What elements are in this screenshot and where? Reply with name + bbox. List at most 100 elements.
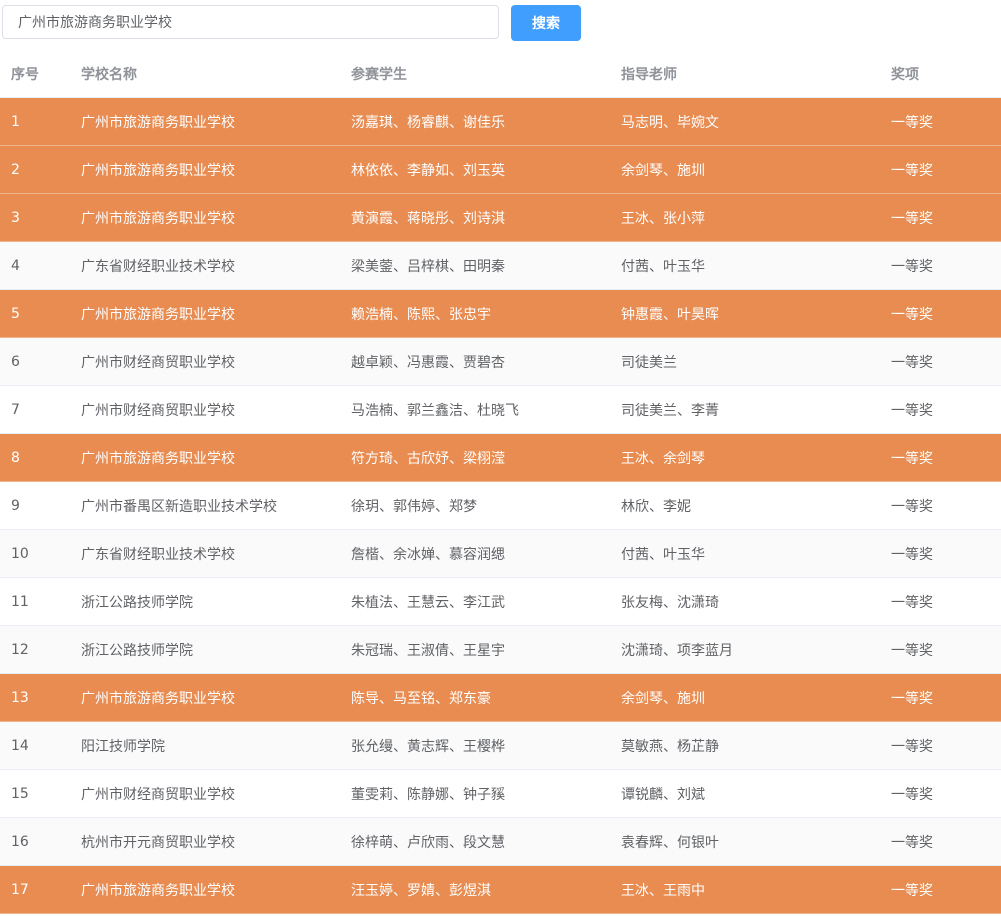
cell-teachers: 莫敏燕、杨芷静 xyxy=(621,738,719,755)
cell-students: 张允缦、黄志辉、王樱桦 xyxy=(351,738,505,755)
cell-school: 广州市财经商贸职业学校 xyxy=(81,402,235,419)
cell-award: 一等奖 xyxy=(891,786,933,803)
cell-index: 16 xyxy=(11,833,29,850)
table-row[interactable]: 14 阳江技师学院 张允缦、黄志辉、王樱桦 莫敏燕、杨芷静 一等奖 xyxy=(0,722,1001,770)
cell-index: 1 xyxy=(11,113,20,130)
cell-teachers: 袁春辉、何银叶 xyxy=(621,834,719,851)
cell-school: 阳江技师学院 xyxy=(81,738,165,755)
cell-teachers: 司徒美兰、李菁 xyxy=(621,402,719,419)
cell-students: 梁美蓥、吕梓棋、田明秦 xyxy=(351,258,505,275)
table-row[interactable]: 7 广州市财经商贸职业学校 马浩楠、郭兰鑫洁、杜晓飞 司徒美兰、李菁 一等奖 xyxy=(0,386,1001,434)
cell-students: 朱植法、王慧云、李江武 xyxy=(351,594,505,611)
cell-school: 广东省财经职业技术学校 xyxy=(81,258,235,275)
cell-school: 广州市旅游商务职业学校 xyxy=(81,450,235,467)
cell-school: 广州市旅游商务职业学校 xyxy=(81,690,235,707)
cell-award: 一等奖 xyxy=(891,498,933,515)
cell-award: 一等奖 xyxy=(891,402,933,419)
cell-school: 广州市旅游商务职业学校 xyxy=(81,306,235,323)
cell-teachers: 林欣、李妮 xyxy=(621,498,691,515)
cell-school: 广州市财经商贸职业学校 xyxy=(81,354,235,371)
cell-index: 10 xyxy=(11,545,29,562)
cell-teachers: 付茜、叶玉华 xyxy=(621,546,705,563)
table-row[interactable]: 6 广州市财经商贸职业学校 越卓颖、冯惠霞、贾碧杏 司徒美兰 一等奖 xyxy=(0,338,1001,386)
cell-students: 汤嘉琪、杨睿麒、谢佳乐 xyxy=(351,114,505,131)
cell-index: 4 xyxy=(11,257,20,274)
cell-school: 广东省财经职业技术学校 xyxy=(81,546,235,563)
table-header: 序号 学校名称 参赛学生 指导老师 奖项 xyxy=(0,50,1001,98)
cell-school: 浙江公路技师学院 xyxy=(81,594,193,611)
cell-award: 一等奖 xyxy=(891,306,933,323)
cell-students: 越卓颖、冯惠霞、贾碧杏 xyxy=(351,354,505,371)
cell-award: 一等奖 xyxy=(891,690,933,707)
table-row[interactable]: 2 广州市旅游商务职业学校 林依依、李静如、刘玉英 余剑琴、施圳 一等奖 xyxy=(0,146,1001,194)
cell-students: 赖浩楠、陈熙、张忠宇 xyxy=(351,306,491,323)
cell-award: 一等奖 xyxy=(891,546,933,563)
cell-index: 12 xyxy=(11,641,29,658)
cell-index: 11 xyxy=(11,593,29,610)
cell-teachers: 王冰、王雨中 xyxy=(621,882,705,899)
table-row[interactable]: 13 广州市旅游商务职业学校 陈导、马至铭、郑东豪 余剑琴、施圳 一等奖 xyxy=(0,674,1001,722)
cell-award: 一等奖 xyxy=(891,162,933,179)
cell-teachers: 钟惠霞、叶昊晖 xyxy=(621,306,719,323)
cell-school: 浙江公路技师学院 xyxy=(81,642,193,659)
cell-students: 陈导、马至铭、郑东豪 xyxy=(351,690,491,707)
results-table: 序号 学校名称 参赛学生 指导老师 奖项 1 广州市旅游商务职业学校 汤嘉琪、杨睿麒… xyxy=(0,50,1001,914)
cell-school: 广州市番禺区新造职业技术学校 xyxy=(81,498,277,515)
cell-teachers: 余剑琴、施圳 xyxy=(621,162,705,179)
cell-students: 董雯莉、陈静娜、钟子豯 xyxy=(351,786,505,803)
cell-index: 14 xyxy=(11,737,29,754)
cell-students: 黄演霞、蒋晓彤、刘诗淇 xyxy=(351,210,505,227)
table-row[interactable]: 17 广州市旅游商务职业学校 汪玉婷、罗婧、彭煜淇 王冰、王雨中 一等奖 xyxy=(0,866,1001,914)
header-award: 奖项 xyxy=(891,66,919,83)
cell-school: 广州市旅游商务职业学校 xyxy=(81,210,235,227)
table-row[interactable]: 15 广州市财经商贸职业学校 董雯莉、陈静娜、钟子豯 谭锐麟、刘斌 一等奖 xyxy=(0,770,1001,818)
cell-award: 一等奖 xyxy=(891,114,933,131)
table-row[interactable]: 10 广东省财经职业技术学校 詹楷、余冰婵、慕容润缌 付茜、叶玉华 一等奖 xyxy=(0,530,1001,578)
table-body: 1 广州市旅游商务职业学校 汤嘉琪、杨睿麒、谢佳乐 马志明、毕婉文 一等奖 2 广州市旅游商… xyxy=(0,98,1001,914)
cell-teachers: 付茜、叶玉华 xyxy=(621,258,705,275)
table-row[interactable]: 3 广州市旅游商务职业学校 黄演霞、蒋晓彤、刘诗淇 王冰、张小萍 一等奖 xyxy=(0,194,1001,242)
cell-index: 3 xyxy=(11,209,20,226)
cell-index: 17 xyxy=(11,881,29,898)
cell-teachers: 沈潇琦、项李蓝月 xyxy=(621,642,733,659)
cell-award: 一等奖 xyxy=(891,642,933,659)
cell-teachers: 余剑琴、施圳 xyxy=(621,690,705,707)
cell-award: 一等奖 xyxy=(891,354,933,371)
cell-school: 广州市旅游商务职业学校 xyxy=(81,882,235,899)
cell-students: 汪玉婷、罗婧、彭煜淇 xyxy=(351,882,491,899)
table-row[interactable]: 9 广州市番禺区新造职业技术学校 徐玥、郭伟婷、郑梦 林欣、李妮 一等奖 xyxy=(0,482,1001,530)
cell-students: 詹楷、余冰婵、慕容润缌 xyxy=(351,546,505,563)
header-index: 序号 xyxy=(11,66,39,83)
table-row[interactable]: 5 广州市旅游商务职业学校 赖浩楠、陈熙、张忠宇 钟惠霞、叶昊晖 一等奖 xyxy=(0,290,1001,338)
cell-students: 林依依、李静如、刘玉英 xyxy=(351,162,505,179)
table-row[interactable]: 12 浙江公路技师学院 朱冠瑞、王淑倩、王星宇 沈潇琦、项李蓝月 一等奖 xyxy=(0,626,1001,674)
cell-teachers: 王冰、张小萍 xyxy=(621,210,705,227)
cell-index: 15 xyxy=(11,785,29,802)
table-row[interactable]: 8 广州市旅游商务职业学校 符方琦、古欣妤、梁栩滢 王冰、余剑琴 一等奖 xyxy=(0,434,1001,482)
table-row[interactable]: 16 杭州市开元商贸职业学校 徐梓萌、卢欣雨、段文慧 袁春辉、何银叶 一等奖 xyxy=(0,818,1001,866)
cell-index: 8 xyxy=(11,449,20,466)
cell-teachers: 司徒美兰 xyxy=(621,354,677,371)
cell-index: 7 xyxy=(11,401,20,418)
cell-index: 9 xyxy=(11,497,20,514)
cell-index: 6 xyxy=(11,353,20,370)
header-school: 学校名称 xyxy=(81,66,137,83)
cell-award: 一等奖 xyxy=(891,210,933,227)
cell-students: 马浩楠、郭兰鑫洁、杜晓飞 xyxy=(351,402,519,419)
table-row[interactable]: 11 浙江公路技师学院 朱植法、王慧云、李江武 张友梅、沈潇琦 一等奖 xyxy=(0,578,1001,626)
cell-award: 一等奖 xyxy=(891,258,933,275)
table-row[interactable]: 1 广州市旅游商务职业学校 汤嘉琪、杨睿麒、谢佳乐 马志明、毕婉文 一等奖 xyxy=(0,98,1001,146)
cell-award: 一等奖 xyxy=(891,882,933,899)
cell-award: 一等奖 xyxy=(891,594,933,611)
cell-teachers: 谭锐麟、刘斌 xyxy=(621,786,705,803)
cell-school: 广州市财经商贸职业学校 xyxy=(81,786,235,803)
search-input[interactable] xyxy=(2,5,499,39)
table-row[interactable]: 4 广东省财经职业技术学校 梁美蓥、吕梓棋、田明秦 付茜、叶玉华 一等奖 xyxy=(0,242,1001,290)
header-students: 参赛学生 xyxy=(351,66,407,83)
header-teachers: 指导老师 xyxy=(621,66,677,83)
search-button[interactable]: 搜索 xyxy=(511,5,581,41)
search-bar: 搜索 xyxy=(0,0,1001,50)
cell-award: 一等奖 xyxy=(891,834,933,851)
cell-teachers: 马志明、毕婉文 xyxy=(621,114,719,131)
cell-index: 2 xyxy=(11,161,20,178)
